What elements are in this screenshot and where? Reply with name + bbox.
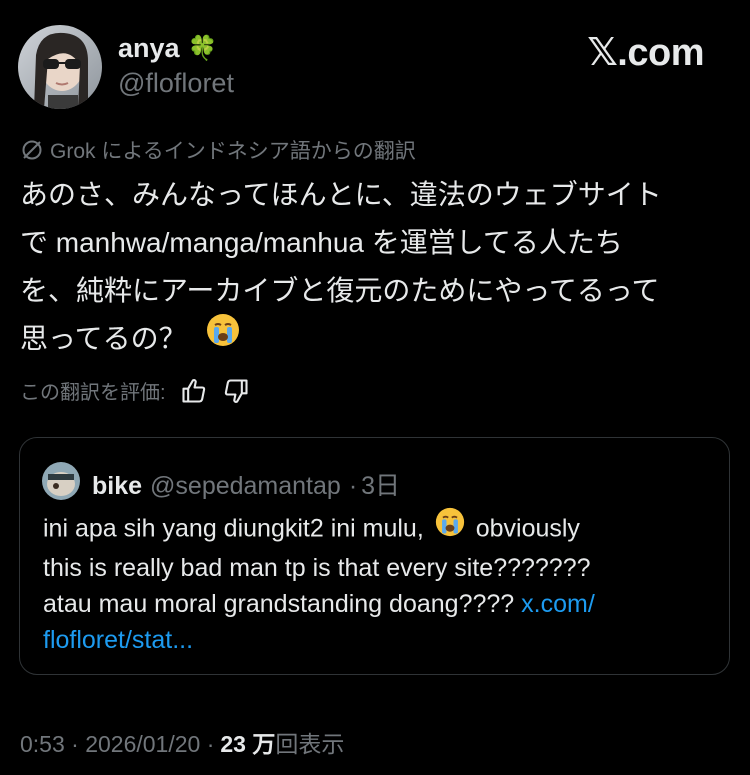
clover-emoji: 🍀: [187, 35, 218, 62]
tweet-line: あのさ、みんなってほんとに、違法のウェブサイト: [20, 179, 662, 210]
author-display-name[interactable]: anya 🍀: [118, 33, 217, 64]
quoted-line: flofloret/stat...: [43, 622, 713, 658]
translate-icon: [20, 138, 44, 162]
quoted-text: ini apa sih yang diungkit2 ini mulu, obv…: [43, 507, 713, 658]
quoted-separator: ·: [348, 472, 358, 500]
quoted-handle[interactable]: @sepedamantap: [150, 472, 341, 501]
rating-label: この翻訳を評価:: [20, 382, 166, 404]
quoted-line: atau mau moral grandstanding doang???? x…: [43, 590, 595, 618]
thumbs-up-icon[interactable]: [180, 377, 208, 405]
quoted-avatar[interactable]: [42, 462, 80, 500]
translation-rating: この翻訳を評価:: [20, 376, 250, 405]
translation-label: Grok によるインドネシア語からの翻訳: [50, 140, 416, 163]
quoted-line: this is really bad man tp is that every …: [43, 554, 591, 582]
quoted-link-cont[interactable]: flofloret/stat...: [43, 626, 193, 654]
view-label: 回表示: [275, 731, 345, 757]
tweet-text: あのさ、みんなってほんとに、違法のウェブサイト で manhwa/manga/m…: [20, 171, 720, 365]
tweet-meta: 0:53 · 2026/01/20 · 23 万 回表示: [20, 725, 344, 759]
author-handle[interactable]: @flofloret: [118, 68, 234, 99]
quoted-time[interactable]: 3日: [361, 466, 400, 502]
x-logo[interactable]: 𝕏.com: [587, 30, 704, 75]
quoted-header: bike @sepedamantap · 3日: [92, 466, 400, 502]
view-count: 23 万: [220, 731, 276, 757]
tweet-line-last: 思ってるの？: [20, 313, 720, 365]
avatar[interactable]: [18, 25, 102, 109]
tweet-line: を、純粋にアーカイブと復元のためにやってるって: [20, 275, 660, 306]
quoted-link[interactable]: x.com/: [521, 590, 595, 618]
tweet-line: 思ってるの？: [20, 323, 187, 354]
crying-face-emoji: [435, 507, 465, 547]
quoted-tweet[interactable]: bike @sepedamantap · 3日 ini apa sih yang…: [19, 437, 730, 675]
tweet-line: で manhwa/manga/manhua を運営してる人たち: [20, 227, 623, 258]
tweet-timestamp[interactable]: 0:53 · 2026/01/20 ·: [20, 731, 214, 758]
translation-attribution: Grok によるインドネシア語からの翻訳: [20, 135, 416, 165]
quoted-line: ini apa sih yang diungkit2 ini mulu, obv…: [43, 507, 713, 550]
crying-face-emoji: [206, 313, 240, 362]
thumbs-down-icon[interactable]: [222, 377, 250, 405]
quoted-name[interactable]: bike: [92, 472, 142, 501]
author-name-text: anya: [118, 33, 180, 63]
